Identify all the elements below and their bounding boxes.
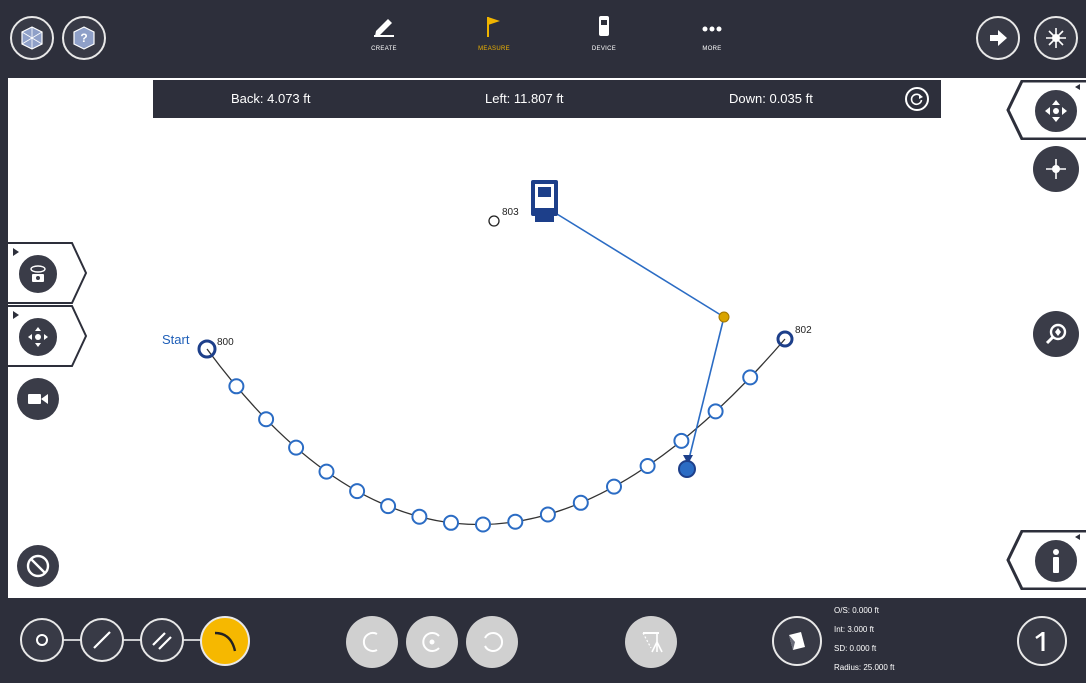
arc-mode-button[interactable] [200, 616, 250, 666]
start-label: Start [162, 332, 190, 347]
stakeout-doc-icon [789, 632, 805, 650]
point-803-label: 803 [502, 207, 519, 218]
stake-point-marker[interactable] [673, 432, 690, 449]
arc-center-button[interactable] [406, 616, 458, 668]
stake-point-marker[interactable] [606, 478, 622, 495]
stake-point-marker[interactable] [443, 514, 459, 531]
arc-icon [214, 631, 237, 652]
line-mode-button[interactable] [80, 618, 124, 662]
stake-point-marker[interactable] [475, 516, 491, 533]
video-camera-button[interactable] [17, 378, 59, 420]
arc-end-button[interactable] [466, 616, 518, 668]
point-mode-button[interactable] [20, 618, 64, 662]
line-icon [93, 631, 111, 649]
stake-point-marker[interactable] [707, 403, 724, 420]
arc-start-button[interactable] [346, 616, 398, 668]
tripod-icon [642, 632, 663, 653]
selected-point-marker[interactable] [678, 460, 696, 478]
stake-line [687, 316, 725, 464]
bottom-toolbar: O/S: 0.000 ft Int: 3.000 ft SD: 0.000 ft… [0, 598, 1086, 683]
navigate-arrows-icon [1045, 100, 1067, 122]
arc-start-icon [362, 632, 378, 652]
point-icon [36, 634, 48, 646]
stake-point-marker[interactable] [349, 483, 366, 500]
center-view-button[interactable] [1033, 146, 1079, 192]
station-marker-icon [1035, 632, 1045, 651]
stake-point-marker[interactable] [411, 508, 428, 525]
instrument-position [718, 311, 730, 323]
offset-line-mode-button[interactable] [140, 618, 184, 662]
stake-point-marker[interactable] [639, 458, 656, 474]
camera-orbit-icon [30, 265, 46, 282]
arc-stats: O/S: 0.000 ft Int: 3.000 ft SD: 0.000 ft… [834, 601, 894, 677]
stake-point-marker[interactable] [507, 513, 524, 530]
pan-arrows-icon [28, 327, 48, 347]
arc-end-icon [484, 632, 504, 652]
parallel-lines-icon [152, 632, 172, 650]
backsight-line [543, 205, 725, 318]
magnifier-icon [1045, 323, 1067, 345]
arc-center-icon [422, 632, 440, 652]
crosshair-move-icon [1046, 159, 1066, 179]
stakeout-settings-button[interactable] [772, 616, 822, 666]
video-camera-icon [28, 394, 48, 404]
stake-point-marker[interactable] [228, 378, 245, 395]
station-info-button[interactable] [1017, 616, 1067, 666]
cancel-button[interactable] [17, 545, 59, 587]
stake-point-marker[interactable] [288, 439, 305, 456]
radius-value: Radius: 25.000 ft [834, 663, 895, 672]
point-803-marker[interactable] [488, 215, 500, 227]
stake-point-marker[interactable] [539, 506, 556, 523]
stake-point-marker[interactable] [380, 498, 397, 515]
camera-orbit-button[interactable] [17, 253, 59, 295]
interval-value: Int: 3.000 ft [834, 625, 875, 634]
pan-button[interactable] [17, 316, 59, 358]
point-800-label: 800 [217, 337, 234, 348]
navigate-button[interactable] [1033, 88, 1079, 134]
total-station-icon [531, 180, 558, 222]
stake-point-marker[interactable] [258, 411, 275, 428]
station-setup-button[interactable] [625, 616, 677, 668]
offset-value: O/S: 0.000 ft [834, 606, 879, 615]
info-button[interactable] [1033, 538, 1079, 584]
zoom-button[interactable] [1033, 311, 1079, 357]
stake-point-marker[interactable] [318, 463, 335, 480]
point-802-label: 802 [795, 325, 812, 336]
prohibited-icon [26, 554, 50, 578]
sd-value: SD: 0.000 ft [834, 644, 877, 653]
stake-point-marker[interactable] [572, 494, 589, 511]
info-icon [1053, 549, 1059, 573]
stake-point-marker[interactable] [742, 369, 759, 386]
